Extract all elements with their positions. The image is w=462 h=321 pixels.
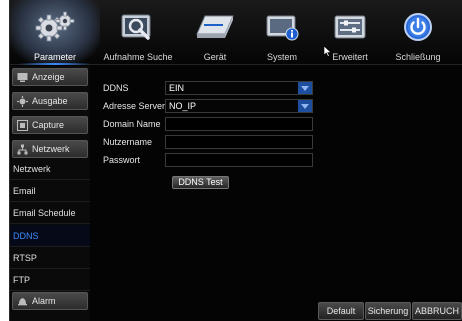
ddns-test-button[interactable]: DDNS Test [172, 176, 229, 189]
sidebar-category-label: Alarm [32, 296, 56, 306]
monitor-icon [17, 73, 28, 82]
sidebar-category-label: Ausgabe [32, 96, 68, 106]
capture-icon [17, 120, 28, 131]
server-address-select[interactable]: NO_IP [165, 99, 313, 113]
top-menu-bar: Parameter Aufnahme Suche Gerät System Er… [10, 0, 462, 65]
server-address-select-value: NO_IP [169, 101, 197, 111]
settings-sidebar: Anzeige Ausgabe Capture Netzwerk Netzwer… [10, 66, 90, 321]
username-label: Nutzername [103, 137, 153, 147]
power-icon [373, 8, 462, 46]
domain-name-field[interactable] [165, 117, 313, 131]
mouse-pointer-icon [324, 46, 332, 57]
sidebar-category-label: Netzwerk [32, 144, 70, 154]
sidebar-category-alarm[interactable]: Alarm [12, 292, 88, 310]
sidebar-category-netzwerk[interactable]: Netzwerk [12, 140, 88, 158]
sidebar-category-label: Capture [32, 120, 65, 130]
sidebar-item-email-schedule[interactable]: Email Schedule [10, 202, 90, 224]
sidebar-category-anzeige[interactable]: Anzeige [12, 68, 88, 86]
sidebar-category-label: Anzeige [32, 72, 65, 82]
domain-name-label: Domain Name [103, 119, 161, 129]
sidebar-item-email[interactable]: Email [10, 180, 90, 202]
dvr-settings-screen: Parameter Aufnahme Suche Gerät System Er… [9, 0, 462, 321]
ddns-label: DDNS [103, 83, 129, 93]
tab-label: Parameter [33, 52, 77, 62]
chevron-down-icon[interactable] [298, 100, 312, 112]
alarm-icon [18, 298, 27, 306]
username-field[interactable] [165, 135, 313, 149]
save-button[interactable]: Sicherung [365, 302, 411, 320]
tab-label: Schließung [395, 52, 441, 62]
gears-icon [10, 8, 100, 46]
ddns-select[interactable]: EIN [165, 81, 313, 95]
tab-schliessung[interactable]: Schließung [373, 0, 462, 65]
sidebar-category-ausgabe[interactable]: Ausgabe [12, 92, 88, 110]
sidebar-item-rtsp[interactable]: RTSP [10, 247, 90, 269]
server-address-label: Adresse Server [103, 101, 166, 111]
password-label: Passwort [103, 155, 141, 165]
tab-parameter[interactable]: Parameter [10, 0, 100, 65]
network-icon [17, 144, 28, 155]
cancel-button[interactable]: ABBRUCH [412, 302, 462, 320]
sidebar-category-capture[interactable]: Capture [12, 116, 88, 134]
sidebar-item-netzwerk[interactable]: Netzwerk [10, 158, 90, 180]
sidebar-item-ddns[interactable]: DDNS [10, 225, 90, 247]
chevron-down-icon[interactable] [298, 82, 312, 94]
output-icon [17, 96, 28, 107]
default-button[interactable]: Default [318, 302, 364, 320]
ddns-select-value: EIN [169, 83, 185, 93]
password-field[interactable] [165, 153, 313, 167]
sidebar-item-ftp[interactable]: FTP [10, 269, 90, 291]
